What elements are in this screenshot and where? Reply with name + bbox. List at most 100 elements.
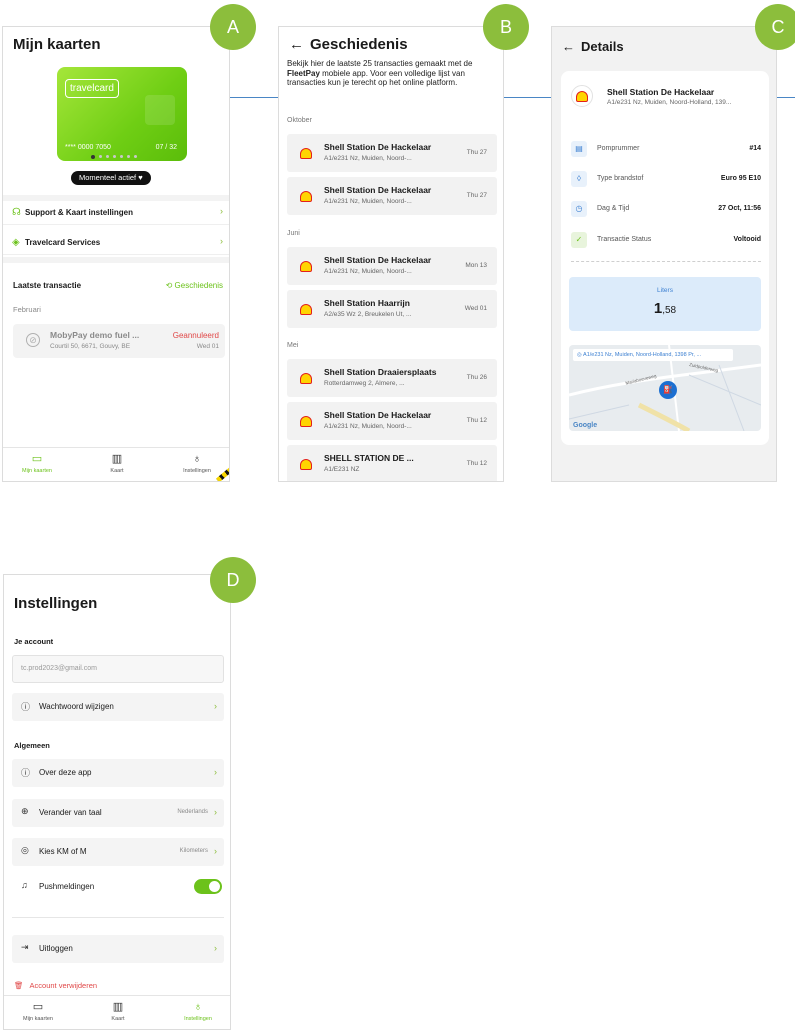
history-link[interactable]: ⟲ Geschiedenis [166,281,223,290]
logout-button[interactable]: ⇥ Uitloggen › [12,935,224,963]
distance-unit-button[interactable]: ◎ Kies KM of M Kilometers › [12,838,224,866]
language-button[interactable]: ⊕ Verander van taal Nederlands › [12,799,224,827]
section-title: Je account [14,637,54,646]
bottom-nav: ▭ Mijn kaarten ▥ Kaart ♁ Instellingen [3,447,229,481]
card-expiry: 07 / 32 [155,144,177,151]
bottom-nav: ▭ Mijn kaarten ▥ Kaart ♁ Instellingen [4,995,230,1029]
transaction-card[interactable]: ⊘ MobyPay demo fuel ... Courtil 50, 6671… [13,324,225,358]
transaction-row[interactable]: SHELL STATION DE ... A1/E231 NZ Thu 12 [287,445,497,481]
menu-item-support[interactable]: ☊ Support & Kaart instellingen › [3,201,229,225]
card-pager[interactable] [91,154,137,159]
change-password-button[interactable]: ⓘ Wachtwoord wijzigen › [12,693,224,721]
transaction-row[interactable]: Shell Station Draaiersplaats Rotterdamwe… [287,359,497,397]
chevron-right-icon: › [214,701,217,711]
row-label: Kies KM of M [39,847,87,856]
transaction-name: SHELL STATION DE ... [324,453,414,463]
month-label: Oktober [287,117,312,124]
fuel-pin-icon[interactable]: ⛽ [659,381,677,399]
connector-line-b-c [504,97,551,98]
transaction-address: A1/E231 NZ [324,466,360,473]
chevron-right-icon: › [220,206,223,216]
map-icon: ▥ [112,1001,124,1013]
pager-dot [106,155,109,158]
info-icon: ⓘ [21,702,31,712]
info-icon: ⓘ [21,768,31,778]
chevron-right-icon: › [220,236,223,246]
transaction-date: Wed 01 [196,343,219,350]
liters-decimal: ,58 [662,305,677,316]
transaction-row[interactable]: Shell Station De Hackelaar A1/e231 Nz, M… [287,134,497,172]
transaction-date: Mon 13 [465,262,487,269]
transaction-name: Shell Station De Hackelaar [324,142,432,152]
travelcard[interactable]: travelcard **** 0000 7050 07 / 32 [57,67,187,161]
divider [3,257,229,263]
badge-c: C [755,4,795,50]
nav-my-cards[interactable]: ▭ Mijn kaarten [7,453,67,474]
shell-logo-icon [300,373,312,384]
row-label: Verander van taal [39,808,102,817]
headset-icon: ☊ [12,207,21,218]
detail-label: Type brandstof [597,175,644,182]
row-value: Kilometers [179,848,208,854]
transaction-address: A1/e231 Nz, Muiden, Noord-... [324,198,412,205]
detail-row-datetime: ◷ Dag & Tijd 27 Oct, 11:56 [571,201,761,217]
transaction-address: A1/e231 Nz, Muiden, Noord-... [324,155,412,162]
card-icon: ▭ [32,1001,44,1013]
liters-value: 1,58 [569,300,761,317]
detail-label: Dag & Tijd [597,205,630,212]
shell-logo-icon [300,261,312,272]
transaction-address: Rotterdamweg 2, Almere, ... [324,380,405,387]
logout-icon: ⇥ [21,942,29,952]
push-notifications-toggle[interactable] [194,879,222,894]
transaction-name: Shell Station De Hackelaar [324,410,432,420]
transaction-date: Wed 01 [464,305,487,312]
nav-label: Instellingen [183,468,211,474]
email-field[interactable]: tc.prod2023@gmail.com [12,655,224,683]
nav-map[interactable]: ▥ Kaart [88,1001,148,1022]
user-icon: ♁ [192,453,202,465]
transaction-row[interactable]: Shell Station Haarrijn A2/e35 Wz 2, Breu… [287,290,497,328]
transaction-name: MobyPay demo fuel ... [50,330,140,340]
nav-settings[interactable]: ♁ Instellingen [167,453,227,474]
nav-label: Kaart [111,1016,125,1022]
transaction-date: Thu 26 [466,374,487,381]
shield-icon: ◈ [12,237,20,248]
clock-icon: ◷ [571,201,587,217]
back-arrow-icon[interactable]: ← [562,39,575,54]
user-icon: ♁ [193,1001,203,1013]
trash-icon: 🗑 [14,981,24,990]
receipt-icon: ▤ [571,141,587,157]
detail-value: Euro 95 E10 [720,175,761,182]
nav-label: Mijn kaarten [23,1016,53,1022]
row-value: Nederlands [177,809,208,815]
panel-my-cards: Mijn kaarten travelcard **** 0000 7050 0… [2,26,230,482]
map-icon: ▥ [111,453,123,465]
about-app-button[interactable]: ⓘ Over deze app › [12,759,224,787]
shell-logo-icon [300,416,312,427]
globe-icon: ⊕ [21,806,29,816]
nav-my-cards[interactable]: ▭ Mijn kaarten [8,1001,68,1022]
row-label: Over deze app [39,768,92,777]
transaction-row[interactable]: Shell Station De Hackelaar A1/e231 Nz, M… [287,247,497,285]
nav-map[interactable]: ▥ Kaart [87,453,147,474]
transaction-name: Shell Station Draaiersplaats [324,367,437,377]
month-label: Mei [287,342,299,349]
transaction-row[interactable]: Shell Station De Hackelaar A1/e231 Nz, M… [287,177,497,215]
back-arrow-icon[interactable]: ← [289,36,304,53]
station-map[interactable]: ◎ A1/e231 Nz, Muiden, Noord-Holland, 139… [569,345,761,431]
nav-settings[interactable]: ♁ Instellingen [168,1001,228,1022]
transaction-date: Thu 27 [466,149,487,156]
delete-account-button[interactable]: 🗑 Account verwijderen [14,981,97,990]
badge-b: B [483,4,529,50]
month-label: Februari [13,305,41,314]
card-chip [145,95,175,125]
divider [12,917,224,918]
intro-text: Bekijk hier de laatste 25 transacties ge… [287,59,499,88]
detail-label: Pomprummer [597,145,640,152]
page-title-label: Details [581,39,624,54]
station-address: A1/e231 Nz, Muiden, Noord-Holland, 139..… [607,99,732,106]
menu-item-travelcard-services[interactable]: ◈ Travelcard Services › [3,231,229,255]
transaction-row[interactable]: Shell Station De Hackelaar A1/e231 Nz, M… [287,402,497,440]
page-title: ← Geschiedenis [289,36,408,53]
page-title-label: Geschiedenis [310,36,408,53]
